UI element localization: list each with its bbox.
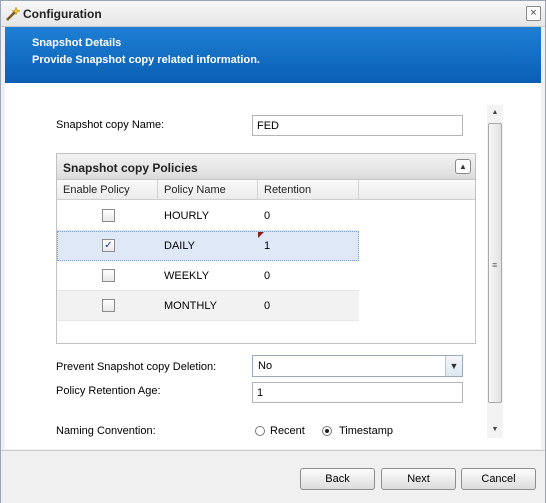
policy-retention[interactable]: 0 (264, 291, 270, 321)
naming-radio-recent[interactable] (255, 426, 265, 436)
naming-radio-timestamp[interactable] (322, 426, 332, 436)
policies-panel-title: Snapshot copy Policies (63, 161, 198, 175)
enable-checkbox-hourly[interactable] (102, 209, 115, 222)
policy-name: MONTHLY (164, 300, 217, 312)
policy-row-weekly[interactable]: WEEKLY 0 (57, 261, 359, 291)
enable-checkbox-daily[interactable]: ✓ (102, 239, 115, 252)
chevron-down-icon[interactable]: ▼ (445, 356, 462, 376)
collapse-icon[interactable]: ▲ (455, 159, 471, 174)
policy-row-monthly[interactable]: MONTHLY 0 (57, 291, 359, 321)
enable-checkbox-monthly[interactable] (102, 299, 115, 312)
snapshot-name-input[interactable] (252, 115, 463, 136)
scroll-down-icon[interactable]: ▼ (487, 422, 503, 438)
retention-age-input[interactable] (252, 382, 463, 403)
vertical-scrollbar[interactable]: ▲ ≡ ▼ (487, 105, 503, 438)
enable-checkbox-weekly[interactable] (102, 269, 115, 282)
naming-convention-label: Naming Convention: (56, 425, 156, 437)
window-title: Configuration (23, 7, 102, 21)
policies-panel: Snapshot copy Policies ▲ Enable Policy P… (56, 153, 476, 344)
cancel-button[interactable]: Cancel (461, 468, 536, 490)
scroll-up-icon[interactable]: ▲ (487, 105, 503, 121)
scroll-thumb[interactable]: ≡ (488, 123, 502, 403)
policies-panel-header: Snapshot copy Policies ▲ (57, 154, 475, 180)
naming-option-recent: Recent (270, 425, 305, 437)
title-bar[interactable]: Configuration × (1, 1, 545, 27)
close-icon[interactable]: × (526, 6, 541, 21)
retention-age-label: Policy Retention Age: (56, 385, 161, 397)
policy-row-hourly[interactable]: HOURLY 0 (57, 201, 359, 231)
banner-title: Snapshot Details (32, 37, 122, 49)
column-header-enable[interactable]: Enable Policy (57, 180, 158, 200)
policies-grid-header: Enable Policy Policy Name Retention (57, 180, 475, 200)
snapshot-name-label: Snapshot copy Name: (56, 119, 165, 131)
configuration-dialog: Configuration × Snapshot Details Provide… (0, 0, 546, 503)
column-header-name[interactable]: Policy Name (158, 180, 258, 200)
policy-retention[interactable]: 1 (264, 231, 270, 261)
policy-name: WEEKLY (164, 270, 210, 282)
back-button[interactable]: Back (300, 468, 375, 490)
form-body: Snapshot copy Name: Snapshot copy Polici… (5, 83, 541, 449)
form-content: Snapshot copy Name: Snapshot copy Polici… (5, 83, 485, 449)
policy-retention[interactable]: 0 (264, 201, 270, 231)
policy-row-daily[interactable]: ✓ DAILY 1 (57, 231, 359, 261)
grip-icon: ≡ (492, 260, 498, 270)
naming-option-timestamp: Timestamp (339, 425, 393, 437)
banner-subtitle: Provide Snapshot copy related informatio… (32, 54, 260, 66)
policy-name: DAILY (164, 240, 195, 252)
prevent-deletion-value: No (258, 360, 273, 372)
prevent-deletion-select[interactable]: No ▼ (252, 355, 463, 377)
next-button[interactable]: Next (381, 468, 456, 490)
column-header-retention[interactable]: Retention (258, 180, 359, 200)
dialog-footer: Back Next Cancel (1, 450, 545, 503)
header-banner: Snapshot Details Provide Snapshot copy r… (5, 27, 541, 83)
policy-name: HOURLY (164, 210, 210, 222)
policy-retention[interactable]: 0 (264, 261, 270, 291)
wand-icon (6, 6, 21, 21)
prevent-deletion-label: Prevent Snapshot copy Deletion: (56, 361, 217, 373)
